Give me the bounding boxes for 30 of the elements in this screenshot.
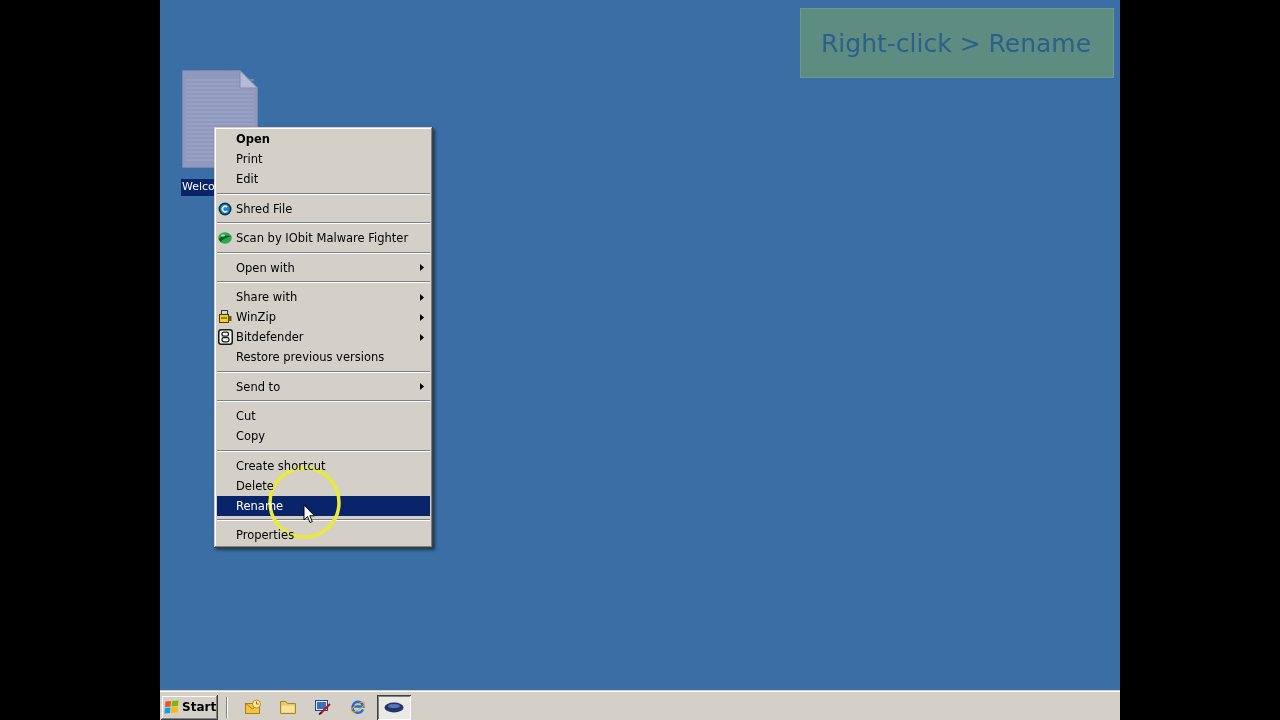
menu-item[interactable]: Open with [217,257,430,278]
swirl-ball-icon [218,232,232,244]
menu-item[interactable]: Shred File [217,198,430,219]
monitor-pen-icon[interactable] [315,699,331,715]
menu-item[interactable]: Open [217,129,430,149]
menu-item[interactable]: Print [217,149,430,169]
start-button[interactable]: Start [161,694,218,720]
menu-item[interactable]: Cut [217,406,430,426]
task-button[interactable] [377,694,411,720]
boxed-logo-icon [218,329,233,345]
menu-item[interactable]: Copy [217,426,430,446]
folder-icon[interactable] [280,700,296,714]
menu-item[interactable]: Create shortcut [217,455,430,476]
menu-item[interactable]: Send to [217,376,430,397]
flag-icon [164,700,180,714]
letter-e-icon[interactable] [350,699,366,715]
envelope-icon[interactable] [245,699,261,715]
menu-item[interactable]: Share with [217,287,430,307]
menu-item[interactable]: Edit [217,169,430,189]
file-name-label[interactable]: Welco [181,179,216,196]
menu-item[interactable]: Scan by IObit Malware Fighter [217,228,430,248]
menu-item[interactable]: Bitdefender [217,327,430,347]
menu-item[interactable]: WinZip [217,307,430,327]
menu-item[interactable]: Restore previous versions [217,347,430,367]
menu-item[interactable]: Properties [217,525,430,545]
menu-item[interactable]: Delete [217,475,430,496]
oval-badge-icon [384,701,404,713]
disc-icon [218,201,232,216]
mouse-pointer-icon [303,504,316,524]
vise-icon [218,310,232,324]
